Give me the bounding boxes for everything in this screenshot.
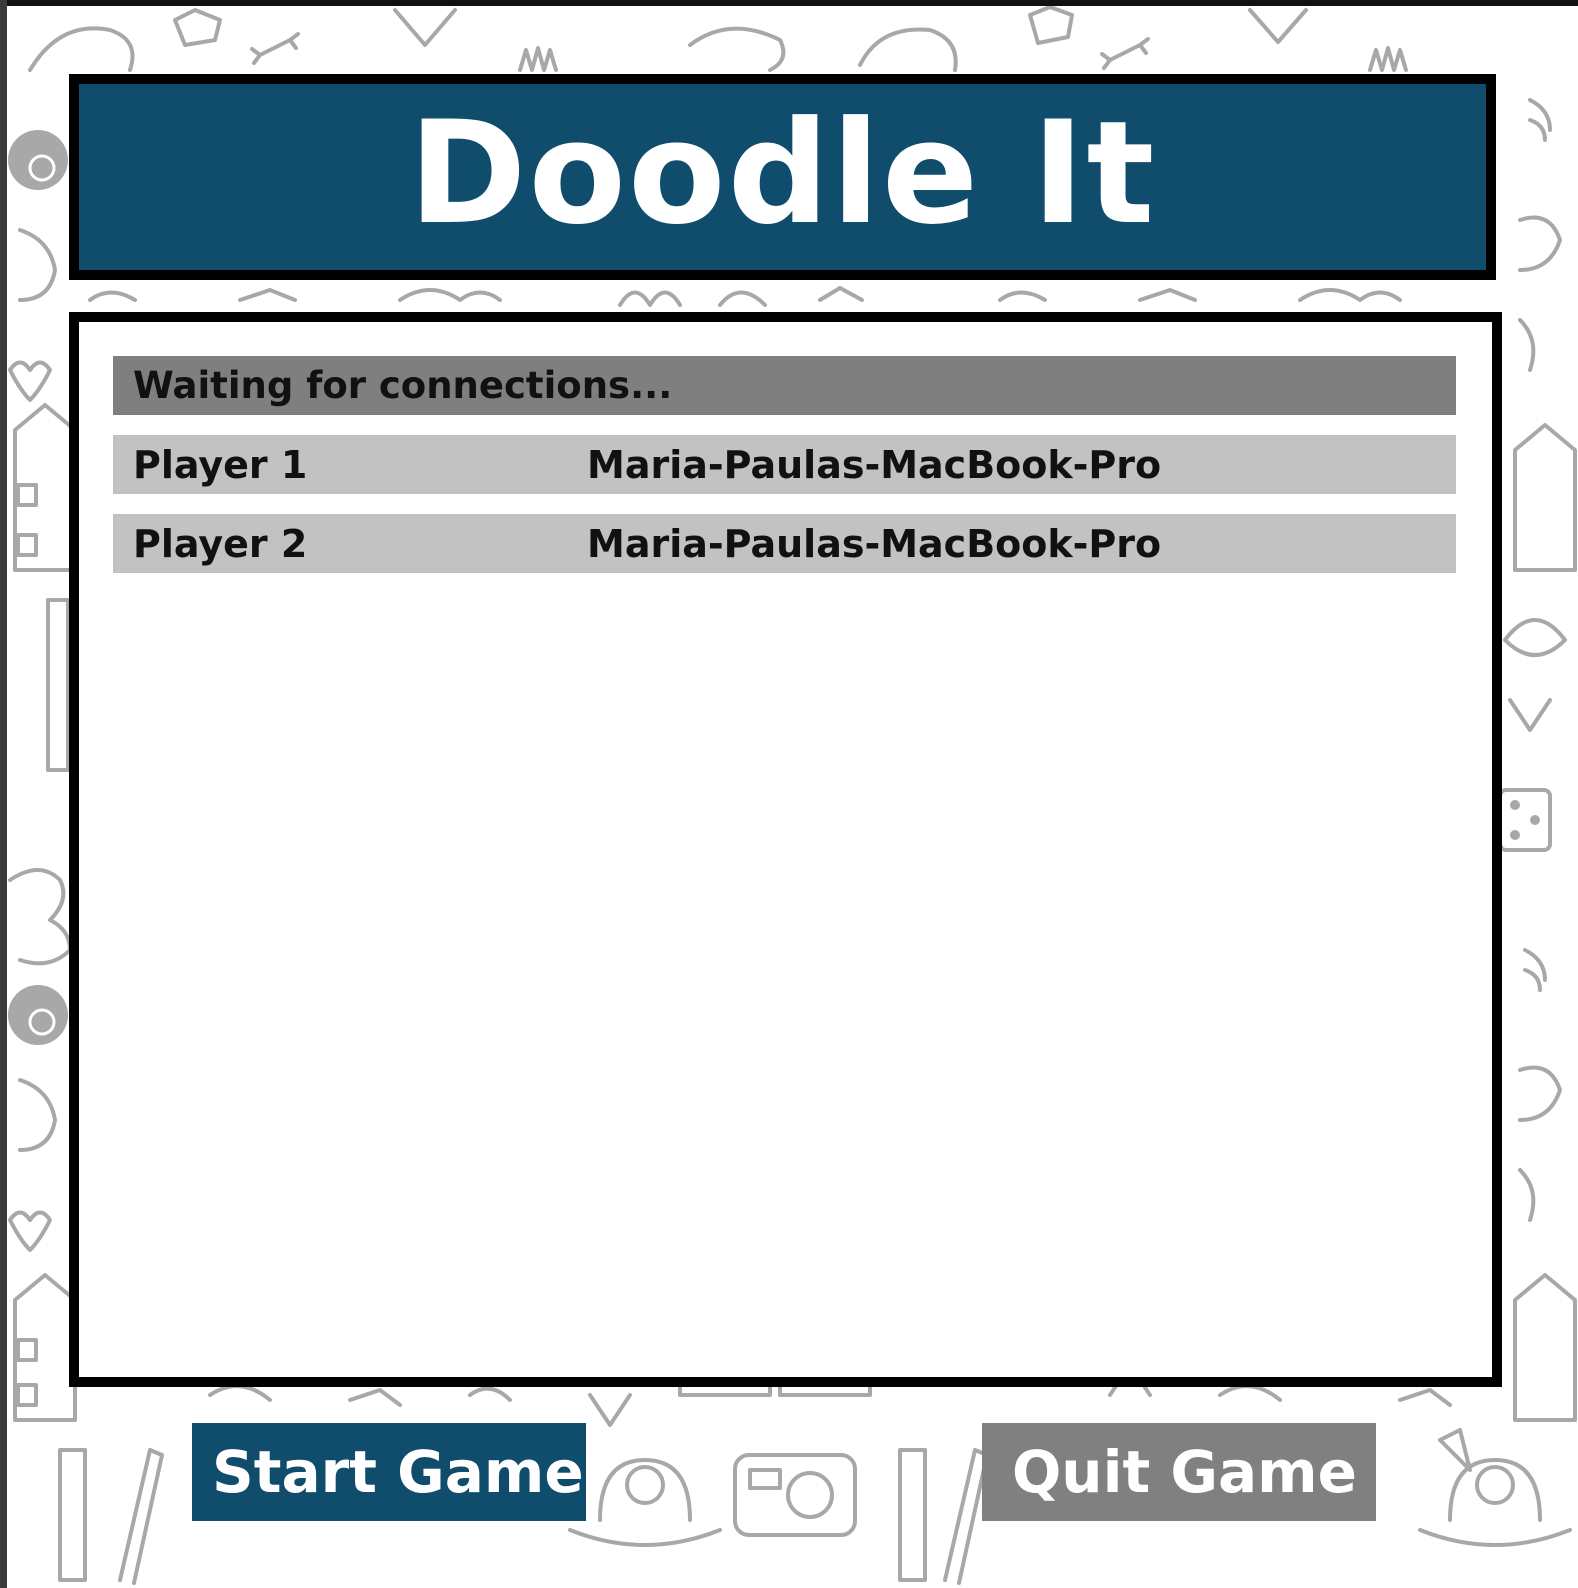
- player-label: Player 1: [133, 442, 308, 487]
- player-host: Maria-Paulas-MacBook-Pro: [587, 442, 1162, 487]
- player-row: Player 2 Maria-Paulas-MacBook-Pro: [113, 514, 1456, 573]
- connection-status: Waiting for connections...: [113, 356, 1456, 415]
- title-banner: Doodle It: [69, 74, 1496, 280]
- quit-game-button[interactable]: Quit Game: [982, 1423, 1376, 1521]
- player-row: Player 1 Maria-Paulas-MacBook-Pro: [113, 435, 1456, 494]
- player-label: Player 2: [133, 521, 308, 566]
- start-game-button[interactable]: Start Game: [192, 1423, 586, 1521]
- window-top-edge: [0, 0, 1578, 6]
- lobby-panel: Waiting for connections... Player 1 Mari…: [69, 312, 1502, 1387]
- window-left-edge: [0, 0, 7, 1588]
- game-title: Doodle It: [408, 91, 1157, 256]
- player-host: Maria-Paulas-MacBook-Pro: [587, 521, 1162, 566]
